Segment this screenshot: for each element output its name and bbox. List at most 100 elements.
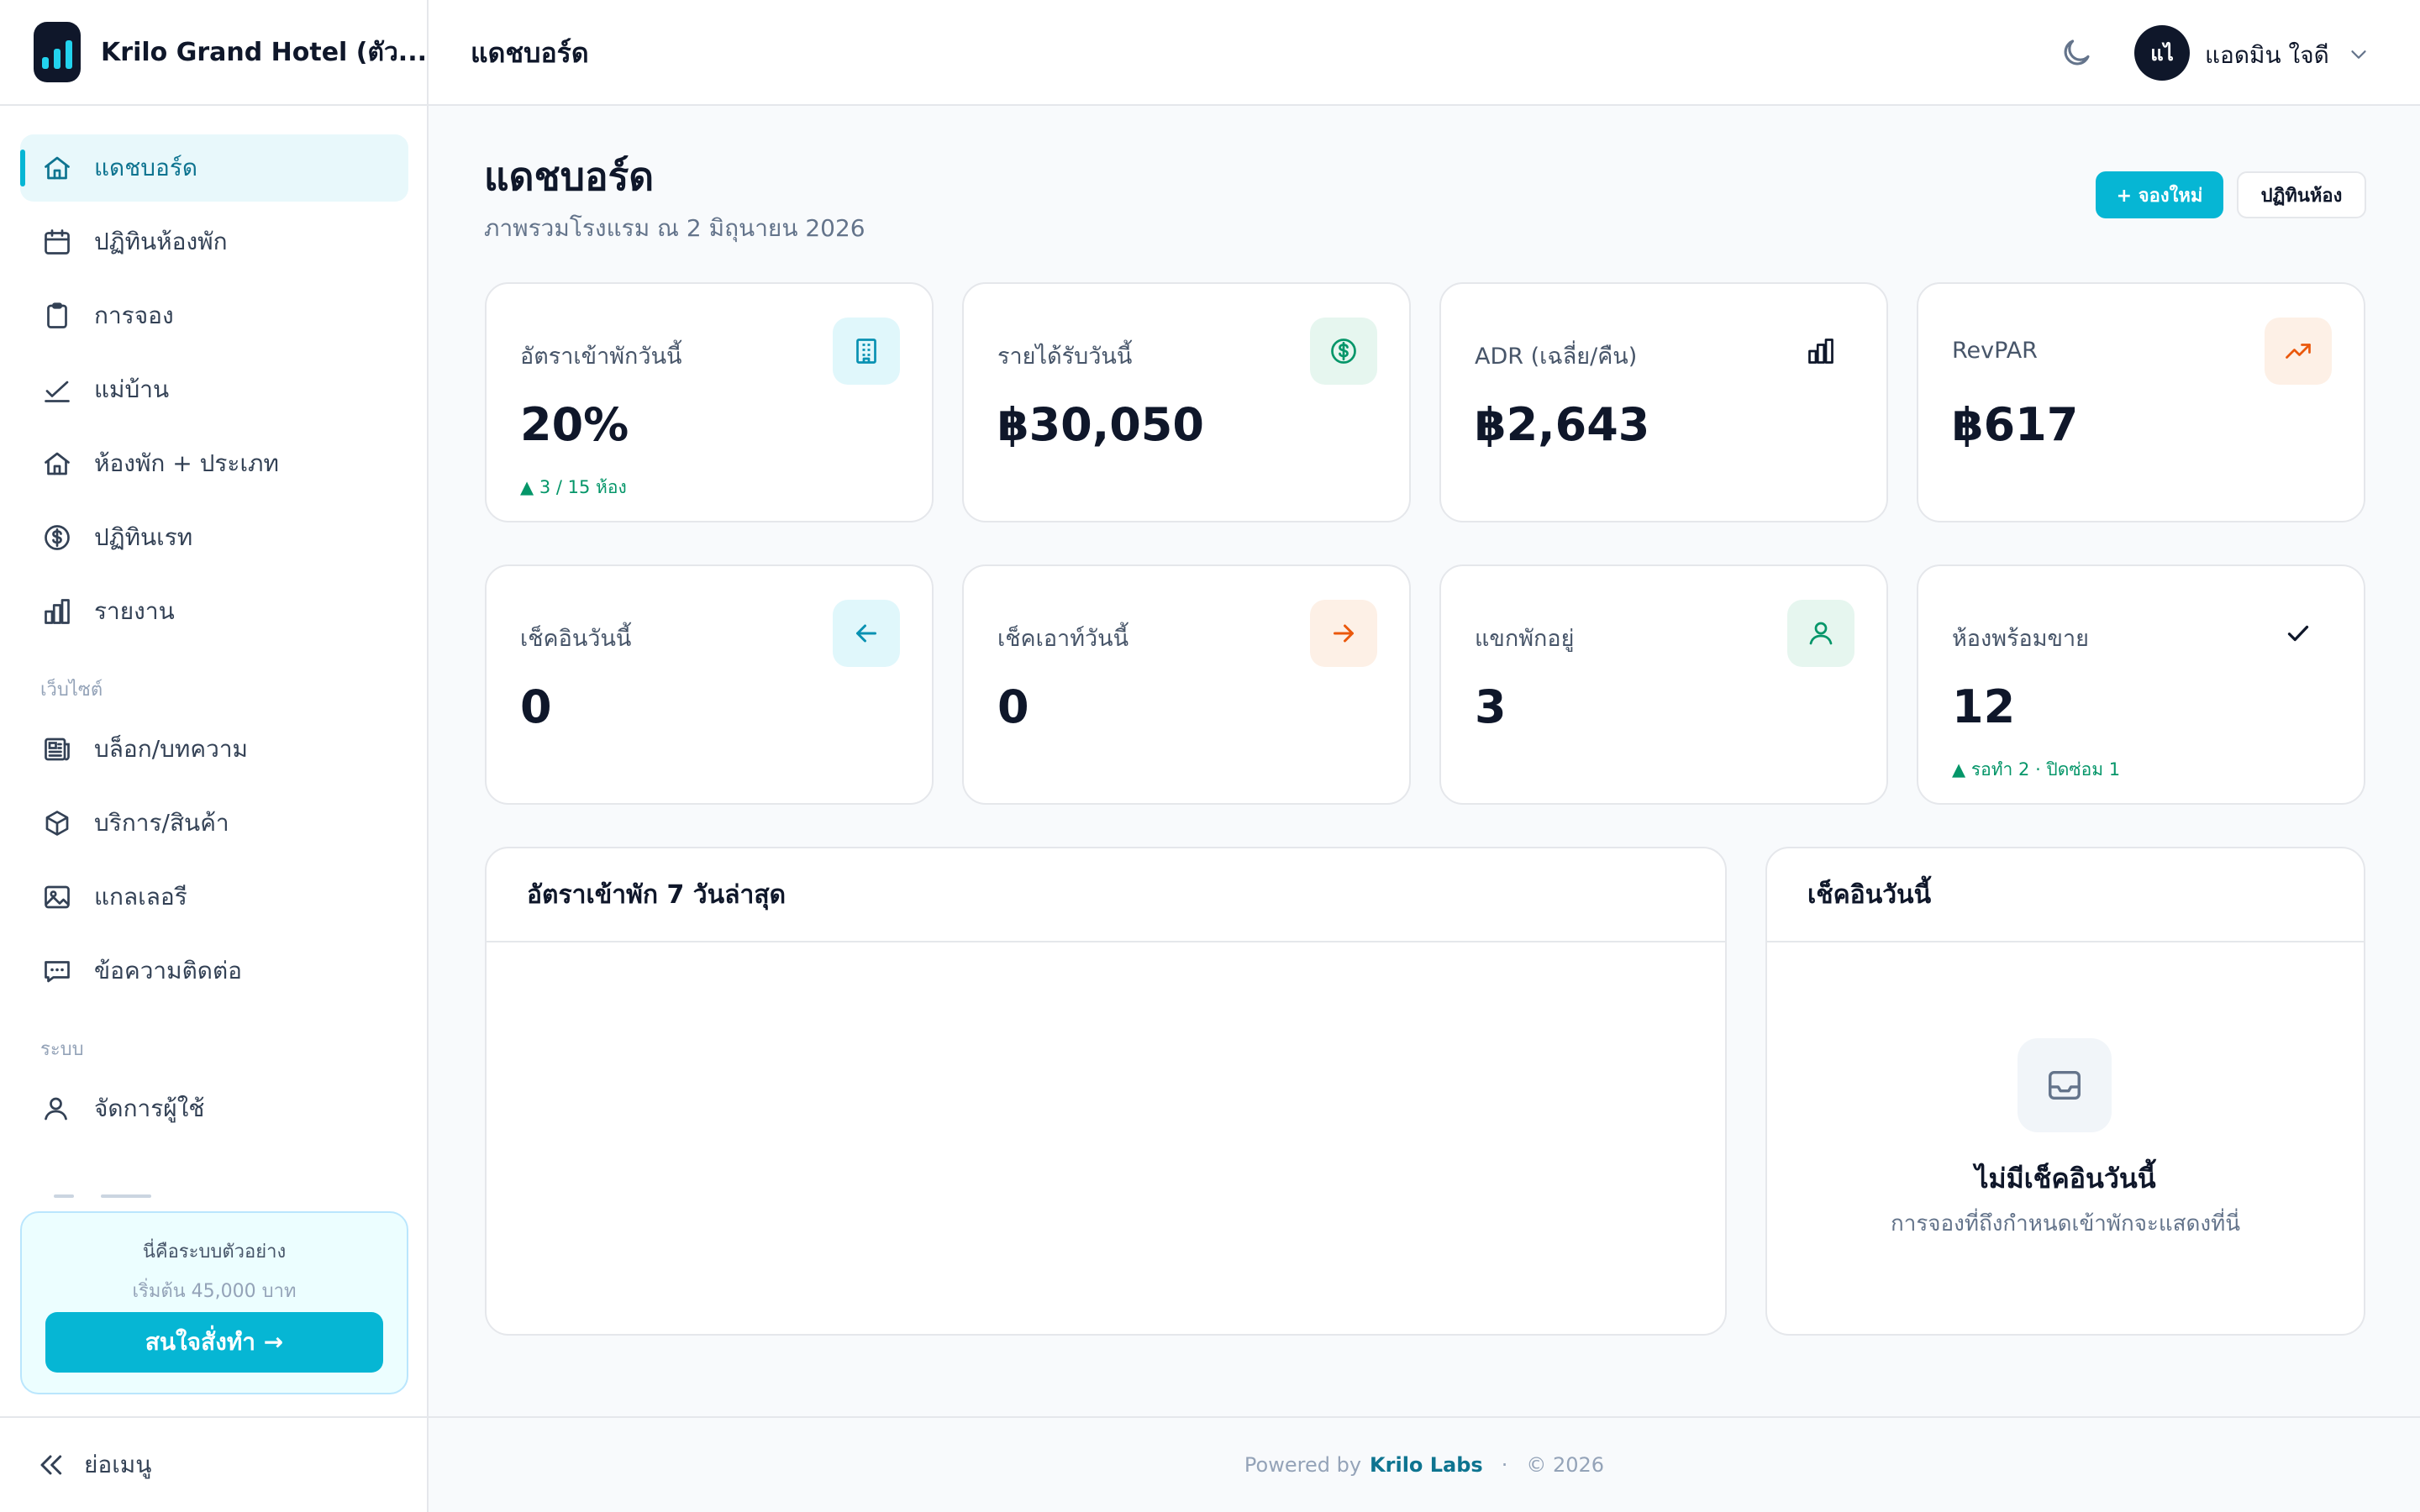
- home-icon: [40, 151, 74, 185]
- stat-note: ▲ 3 / 15 ห้อง: [520, 477, 627, 497]
- todays-checkins-panel: เช็คอินวันนี้ ไม่มีเช็คอินวันนี้ การจองท…: [1765, 847, 2365, 1336]
- bar-chart-icon: [40, 595, 74, 628]
- sidebar-item-gallery[interactable]: แกลเลอรี: [20, 864, 408, 931]
- stat-value: 0: [520, 680, 552, 733]
- empty-state-subtitle: การจองที่ถึงกำหนดเข้าพักจะแสดงที่นี่: [1890, 1211, 2241, 1236]
- message-icon: [40, 954, 74, 988]
- stat-value: 12: [1952, 680, 2016, 733]
- stat-note: ▲ รอทำ 2 · ปิดซ่อม 1: [1952, 759, 2121, 780]
- image-icon: [40, 880, 74, 914]
- brand-name: Krilo Grand Hotel (ตัว...: [101, 37, 427, 67]
- dollar-icon: [40, 521, 74, 554]
- sidebar-item-housekeeping[interactable]: แม่บ้าน: [20, 356, 408, 423]
- stat-value: 0: [997, 680, 1029, 733]
- moon-icon[interactable]: [2059, 35, 2094, 71]
- user-icon: [1787, 600, 1854, 667]
- collapse-menu-button[interactable]: ย่อเมนู: [0, 1416, 427, 1512]
- sidebar-item-label: แม่บ้าน: [94, 375, 170, 403]
- sidebar-item-label: ข้อความติดต่อ: [94, 957, 242, 984]
- arrow-left-icon: [833, 600, 900, 667]
- stat-value: 20%: [520, 398, 629, 451]
- sidebar-item-reports[interactable]: รายงาน: [20, 578, 408, 645]
- newspaper-icon: [40, 732, 74, 766]
- sidebar-nav: แดชบอร์ด ปฏิทินห้องพัก การจอง แม่บ้าน ห้…: [20, 134, 408, 1149]
- topbar: แดชบอร์ด แไ แอดมิน ใจดี: [429, 0, 2420, 106]
- sidebar-item-dashboard[interactable]: แดชบอร์ด: [20, 134, 408, 202]
- sidebar-item-label: ห้องพัก + ประเภท: [94, 449, 279, 477]
- sidebar-item-label: ปฏิทินเรท: [94, 523, 193, 551]
- sidebar-item-label: แดชบอร์ด: [94, 154, 198, 181]
- app-root: Krilo Grand Hotel (ตัว... แดชบอร์ด ปฏิทิ…: [0, 0, 2420, 1512]
- page-title: แดชบอร์ด: [484, 154, 655, 199]
- users-icon: [40, 1092, 74, 1126]
- sidebar: Krilo Grand Hotel (ตัว... แดชบอร์ด ปฏิทิ…: [0, 0, 429, 1512]
- footer-copyright: © 2026: [1526, 1453, 1605, 1477]
- stat-card-available-rooms: ห้องพร้อมขาย 12 ▲ รอทำ 2 · ปิดซ่อม 1: [1917, 564, 2365, 805]
- home-icon: [40, 447, 74, 480]
- stat-card-in-house: แขกพักอยู่ 3: [1439, 564, 1888, 805]
- stat-card-checkouts: เช็คเอาท์วันนี้ 0: [962, 564, 1411, 805]
- sidebar-item-room-calendar[interactable]: ปฏิทินห้องพัก: [20, 208, 408, 276]
- sidebar-item-label: บริการ/สินค้า: [94, 809, 229, 837]
- stat-label: เช็คอินวันนี้: [520, 626, 632, 652]
- sidebar-item-users[interactable]: จัดการผู้ใช้: [20, 1075, 408, 1142]
- topbar-title: แดชบอร์ด: [471, 37, 589, 69]
- check-icon: [40, 373, 74, 407]
- chevrons-left-icon: [40, 1455, 62, 1475]
- promo-title: นี่คือระบบตัวอย่าง: [142, 1242, 287, 1263]
- stat-label: ห้องพร้อมขาย: [1952, 626, 2089, 652]
- footer-separator: ·: [1501, 1453, 1508, 1477]
- sidebar-item-bookings[interactable]: การจอง: [20, 282, 408, 349]
- empty-state-title: ไม่มีเช็คอินวันนี้: [1975, 1163, 2156, 1194]
- room-calendar-button[interactable]: ปฏิทินห้อง: [2237, 171, 2366, 218]
- check-icon: [2265, 600, 2332, 667]
- new-booking-button[interactable]: + จองใหม่: [2096, 171, 2223, 218]
- sidebar-item-contact-messages[interactable]: ข้อความติดต่อ: [20, 937, 408, 1005]
- clipboard-icon: [40, 299, 74, 333]
- footer-powered-by: Powered by: [1244, 1453, 1362, 1477]
- panel-title: เช็คอินวันนี้: [1767, 848, 2364, 942]
- promo-subtitle: เริ่มต้น 45,000 บาท: [132, 1281, 297, 1302]
- brand[interactable]: Krilo Grand Hotel (ตัว...: [0, 0, 427, 106]
- stat-card-occupancy: อัตราเข้าพักวันนี้ 20% ▲ 3 / 15 ห้อง: [485, 282, 934, 522]
- sidebar-item-label: บล็อก/บทความ: [94, 735, 248, 763]
- arrow-right-icon: [1310, 600, 1377, 667]
- calendar-icon: [40, 225, 74, 259]
- dollar-icon: [1310, 318, 1377, 385]
- promo-card: นี่คือระบบตัวอย่าง เริ่มต้น 45,000 บาท ส…: [20, 1211, 408, 1394]
- stat-value: 3: [1475, 680, 1507, 733]
- order-now-button[interactable]: สนใจสั่งทำ →: [45, 1312, 383, 1373]
- panel-title: อัตราเข้าพัก 7 วันล่าสุด: [487, 848, 1725, 942]
- stat-value: ฿617: [1952, 398, 2079, 451]
- sidebar-item-rate-calendar[interactable]: ปฏิทินเรท: [20, 504, 408, 571]
- stat-label: RevPAR: [1952, 338, 2038, 364]
- collapse-menu-label: ย่อเมนู: [84, 1451, 152, 1478]
- building-icon: [833, 318, 900, 385]
- stat-value: ฿2,643: [1475, 398, 1650, 451]
- user-name[interactable]: แอดมิน ใจดี: [2205, 37, 2329, 74]
- sidebar-item-blog[interactable]: บล็อก/บทความ: [20, 716, 408, 783]
- sidebar-item-label: ปฏิทินห้องพัก: [94, 228, 228, 255]
- sidebar-section-website: เว็บไซต์: [40, 679, 103, 701]
- sidebar-item-label: รายงาน: [94, 597, 175, 625]
- sidebar-item-label: การจอง: [94, 302, 174, 329]
- bar-chart-icon: [1787, 318, 1854, 385]
- stat-value: ฿30,050: [997, 398, 1204, 451]
- stat-card-revpar: RevPAR ฿617: [1917, 282, 2365, 522]
- chevron-down-icon[interactable]: [2346, 42, 2371, 67]
- sidebar-item-label: จัดการผู้ใช้: [94, 1095, 205, 1122]
- sidebar-item-label: แกลเลอรี: [94, 883, 187, 911]
- box-icon: [40, 806, 74, 840]
- sidebar-item-rooms[interactable]: ห้องพัก + ประเภท: [20, 430, 408, 497]
- avatar[interactable]: แไ: [2134, 25, 2190, 81]
- stat-label: รายได้รับวันนี้: [997, 344, 1133, 370]
- stat-card-adr: ADR (เฉลี่ย/คืน) ฿2,643: [1439, 282, 1888, 522]
- stat-card-checkins: เช็คอินวันนี้ 0: [485, 564, 934, 805]
- footer-brand-link[interactable]: Krilo Labs: [1370, 1453, 1483, 1477]
- page-subtitle: ภาพรวมโรงแรม ณ 2 มิถุนายน 2026: [484, 214, 865, 242]
- sidebar-item-services[interactable]: บริการ/สินค้า: [20, 790, 408, 857]
- brand-logo-icon: [34, 22, 82, 82]
- stat-card-revenue: รายได้รับวันนี้ ฿30,050: [962, 282, 1411, 522]
- stat-label: อัตราเข้าพักวันนี้: [520, 344, 682, 370]
- sidebar-section-system: ระบบ: [40, 1038, 84, 1060]
